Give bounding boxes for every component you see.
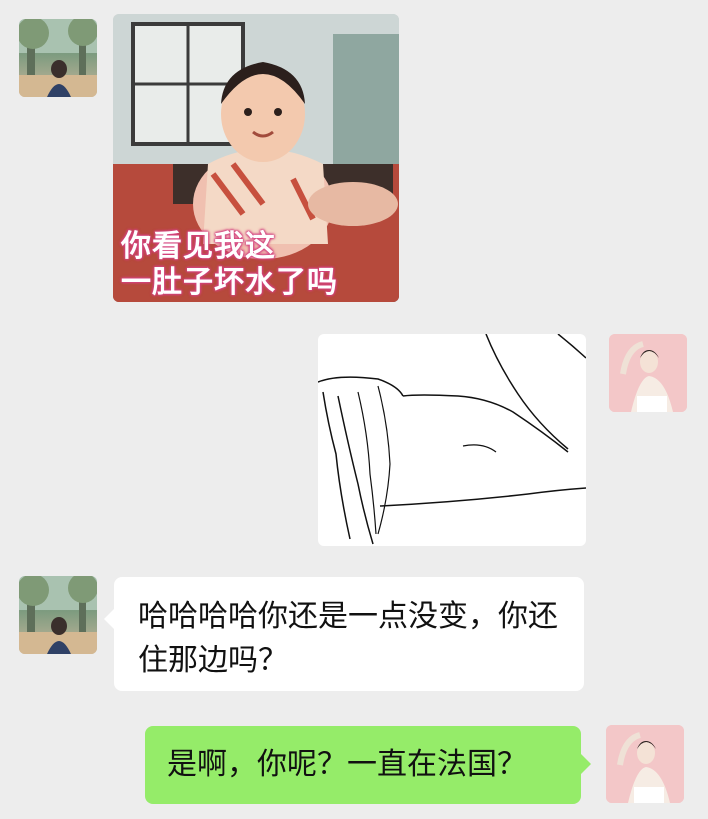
my-avatar[interactable] [609,334,687,412]
incoming-message-text: 哈哈哈哈你还是一点没变，你还住那边吗？ [138,599,558,678]
arm-sketch-illustration [318,334,586,545]
park-photo-avatar-icon [19,19,97,97]
sticker-caption-line2: 一肚子坏水了吗 [121,265,338,300]
outgoing-message-bubble[interactable]: 是啊，你呢？一直在法国？ [145,726,591,804]
incoming-message-bubble[interactable]: 哈哈哈哈你还是一点没变，你还住那边吗？ [104,577,584,691]
friend-avatar[interactable] [19,19,97,97]
illustrated-lady-avatar-icon [606,725,684,803]
illustrated-lady-avatar-icon [609,334,687,412]
baby-sticker-image[interactable]: 你看见我这 一肚子坏水了吗 [113,14,399,302]
sticker-caption-line1: 你看见我这 [121,229,276,264]
friend-avatar[interactable] [19,576,97,654]
park-photo-avatar-icon [19,576,97,654]
outgoing-message-text: 是啊，你呢？一直在法国？ [167,747,527,782]
arm-sketch-sticker-image[interactable] [318,334,586,546]
my-avatar[interactable] [606,725,684,803]
